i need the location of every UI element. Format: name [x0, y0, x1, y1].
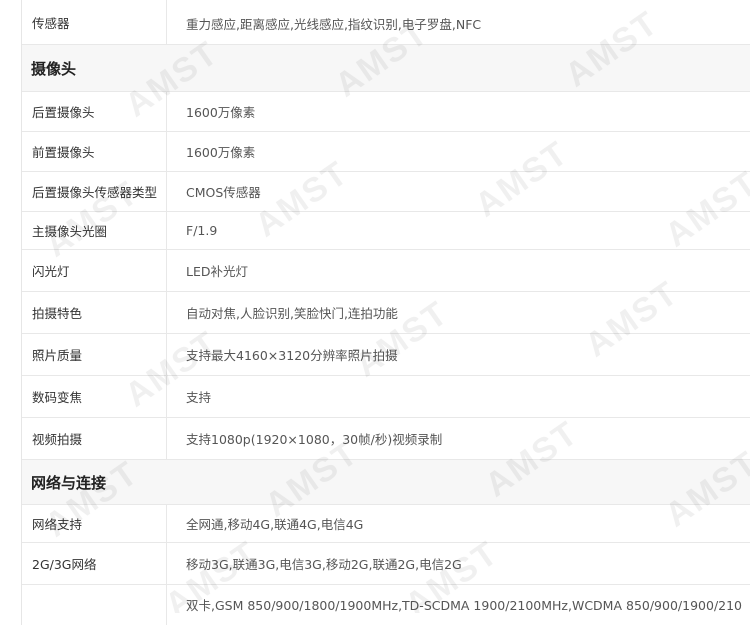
- spec-label: 照片质量: [22, 334, 167, 375]
- spec-label: 后置摄像头传感器类型: [22, 172, 167, 211]
- spec-row-aperture: 主摄像头光圈 F/1.9: [22, 212, 750, 250]
- spec-row-flash: 闪光灯 LED补光灯: [22, 250, 750, 292]
- spec-row-photo-quality: 照片质量 支持最大4160×3120分辨率照片拍摄: [22, 334, 750, 376]
- spec-row-video: 视频拍摄 支持1080p(1920×1080，30帧/秒)视频录制: [22, 418, 750, 460]
- spec-label: 2G/3G网络: [22, 543, 167, 584]
- spec-label: 传感器: [22, 0, 167, 44]
- section-header-network: 网络与连接: [22, 460, 750, 505]
- spec-row-front-camera: 前置摄像头 1600万像素: [22, 132, 750, 172]
- spec-value: 重力感应,距离感应,光线感应,指纹识别,电子罗盘,NFC: [186, 17, 482, 32]
- spec-row-network-support: 网络支持 全网通,移动4G,联通4G,电信4G: [22, 505, 750, 543]
- spec-label: 网络支持: [22, 505, 167, 542]
- spec-value: CMOS传感器: [186, 185, 261, 200]
- spec-row-network-bands: 双卡,GSM 850/900/1800/1900MHz,TD-SCDMA 190…: [22, 585, 750, 625]
- spec-label: 数码变焦: [22, 376, 167, 417]
- spec-value: F/1.9: [186, 223, 218, 238]
- spec-label: 视频拍摄: [22, 418, 167, 459]
- spec-value: 移动3G,联通3G,电信3G,移动2G,联通2G,电信2G: [186, 557, 462, 572]
- spec-row-2g3g-network: 2G/3G网络 移动3G,联通3G,电信3G,移动2G,联通2G,电信2G: [22, 543, 750, 585]
- spec-label: [22, 585, 167, 625]
- spec-label: 闪光灯: [22, 250, 167, 291]
- spec-value: 全网通,移动4G,联通4G,电信4G: [186, 517, 364, 532]
- spec-value: LED补光灯: [186, 264, 248, 279]
- spec-table: 传感器 重力感应,距离感应,光线感应,指纹识别,电子罗盘,NFC 摄像头 后置摄…: [21, 0, 750, 625]
- spec-value: 1600万像素: [186, 105, 256, 120]
- spec-value: 支持1080p(1920×1080，30帧/秒)视频录制: [186, 432, 443, 447]
- spec-label: 主摄像头光圈: [22, 212, 167, 249]
- spec-label: 后置摄像头: [22, 92, 167, 131]
- spec-label: 拍摄特色: [22, 292, 167, 333]
- spec-label: 前置摄像头: [22, 132, 167, 171]
- section-header-camera: 摄像头: [22, 45, 750, 92]
- spec-value: 支持最大4160×3120分辨率照片拍摄: [186, 348, 398, 363]
- spec-value: 1600万像素: [186, 145, 256, 160]
- spec-row-digital-zoom: 数码变焦 支持: [22, 376, 750, 418]
- spec-row-shooting-features: 拍摄特色 自动对焦,人脸识别,笑脸快门,连拍功能: [22, 292, 750, 334]
- spec-value: 支持: [186, 390, 212, 405]
- spec-row-sensor-type: 后置摄像头传感器类型 CMOS传感器: [22, 172, 750, 212]
- spec-value: 双卡,GSM 850/900/1800/1900MHz,TD-SCDMA 190…: [186, 598, 743, 613]
- spec-value: 自动对焦,人脸识别,笑脸快门,连拍功能: [186, 306, 398, 321]
- spec-row-rear-camera: 后置摄像头 1600万像素: [22, 92, 750, 132]
- spec-row-sensors: 传感器 重力感应,距离感应,光线感应,指纹识别,电子罗盘,NFC: [22, 0, 750, 45]
